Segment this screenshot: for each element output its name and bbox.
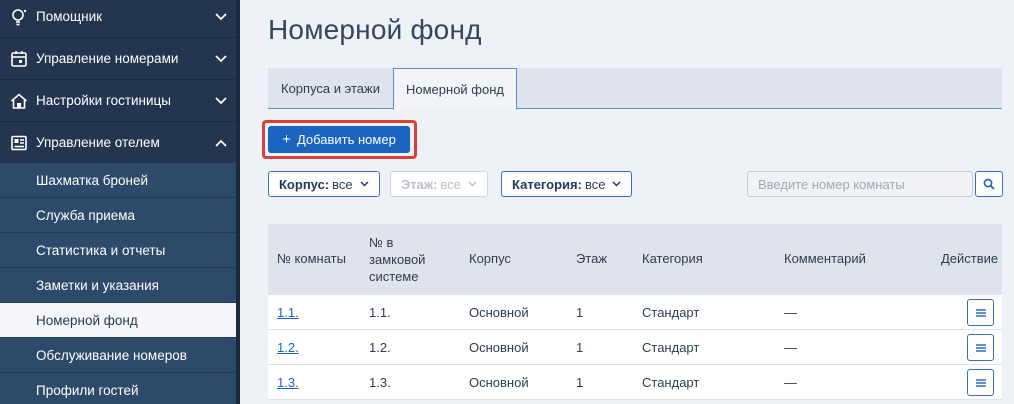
room-number-link[interactable]: 1.2. — [277, 330, 299, 365]
column-header-category: Категория — [642, 251, 703, 266]
sidebar-subitem-guest-profiles[interactable]: Профили гостей — [0, 373, 236, 404]
menu-icon — [975, 378, 987, 388]
category-filter[interactable]: Категория: все — [501, 171, 633, 197]
sidebar-subitem-label: Служба приема — [36, 207, 136, 223]
building-filter-value: все — [332, 176, 353, 192]
sidebar-item-rooms-management[interactable]: Управление номерами — [0, 38, 236, 80]
sidebar-item-assistant[interactable]: Помощник — [0, 0, 236, 38]
sidebar-divider — [236, 0, 240, 404]
category-cell: Стандарт — [642, 340, 700, 355]
calendar-icon — [0, 50, 36, 68]
building-cell: Основной — [469, 305, 529, 320]
sidebar-item-label: Управление номерами — [36, 51, 179, 66]
tab-bar: Корпуса и этажи Номерной фонд — [268, 68, 1002, 110]
house-icon — [0, 92, 36, 110]
row-menu-button[interactable] — [967, 369, 994, 396]
sidebar-item-label: Управление отелем — [36, 135, 160, 150]
column-header-action: Действие — [941, 251, 999, 266]
tab-buildings-floors[interactable]: Корпуса и этажи — [268, 68, 393, 109]
category-cell: Стандарт — [642, 375, 700, 390]
add-room-label: Добавить номер — [296, 132, 396, 147]
chevron-down-icon — [360, 181, 369, 187]
floor-cell: 1 — [576, 375, 584, 390]
room-number-link[interactable]: 1.3. — [277, 365, 299, 400]
sidebar-subitem-label: Статистика и отчеты — [36, 242, 166, 258]
comment-cell: — — [784, 305, 797, 320]
sidebar-subitem-room-stock[interactable]: Номерной фонд — [0, 303, 236, 338]
table-row: 1.2. 1.2. Основной 1 Стандарт — — [268, 330, 1002, 365]
category-filter-label: Категория: — [512, 176, 582, 192]
sidebar-subitem-housekeeping[interactable]: Обслуживание номеров — [0, 338, 236, 373]
room-search-input[interactable] — [747, 171, 973, 197]
sidebar-subitem-label: Заметки и указания — [36, 277, 159, 293]
sidebar-subitem-label: Профили гостей — [36, 382, 139, 398]
search-icon — [983, 178, 995, 190]
lock-number-cell: 1.1. — [369, 305, 391, 320]
chevron-up-icon — [206, 139, 236, 147]
floor-cell: 1 — [576, 305, 584, 320]
sidebar-subitem-statistics[interactable]: Статистика и отчеты — [0, 233, 236, 268]
floor-filter-value: все — [440, 176, 461, 192]
row-menu-button[interactable] — [967, 299, 994, 326]
menu-icon — [975, 343, 987, 353]
search-button[interactable] — [975, 171, 1003, 197]
chevron-down-icon — [206, 54, 236, 63]
room-number-link[interactable]: 1.1. — [277, 295, 299, 330]
sidebar-subitem-booking-grid[interactable]: Шахматка броней — [0, 163, 236, 198]
category-cell: Стандарт — [642, 305, 700, 320]
menu-icon — [975, 308, 987, 318]
chevron-down-icon — [468, 181, 477, 187]
comment-cell: — — [784, 375, 797, 390]
floor-cell: 1 — [576, 340, 584, 355]
chevron-down-icon — [206, 96, 236, 105]
page-title: Номерной фонд — [268, 14, 482, 45]
table-row: 1.1. 1.1. Основной 1 Стандарт — — [268, 295, 1002, 330]
column-header-floor: Этаж — [576, 251, 608, 266]
sidebar-subitem-front-desk[interactable]: Служба приема — [0, 198, 236, 233]
building-filter[interactable]: Корпус: все — [268, 171, 380, 197]
tab-room-stock[interactable]: Номерной фонд — [393, 68, 517, 110]
row-menu-button[interactable] — [967, 334, 994, 361]
column-header-comment: Комментарий — [784, 251, 866, 266]
dashboard-icon — [0, 134, 36, 152]
sidebar-item-label: Настройки гостиницы — [36, 93, 171, 108]
column-header-room: № комнаты — [277, 251, 346, 266]
category-filter-value: все — [584, 176, 606, 192]
building-filter-label: Корпус: — [279, 176, 330, 192]
sidebar-subitem-label: Шахматка броней — [36, 172, 149, 188]
chevron-down-icon — [612, 181, 621, 187]
lock-number-cell: 1.3. — [369, 375, 391, 390]
add-room-button[interactable]: + Добавить номер — [268, 126, 410, 153]
building-cell: Основной — [469, 375, 529, 390]
column-header-building: Корпус — [469, 251, 511, 266]
lightbulb-icon — [0, 8, 36, 26]
sidebar-subitem-label: Обслуживание номеров — [36, 347, 187, 363]
sidebar-subitem-notes[interactable]: Заметки и указания — [0, 268, 236, 303]
building-cell: Основной — [469, 340, 529, 355]
sidebar: Помощник Управление номерами Настройки г… — [0, 0, 236, 404]
comment-cell: — — [784, 340, 797, 355]
column-header-lock-line-3: системе — [369, 269, 419, 284]
sidebar-item-hotel-settings[interactable]: Настройки гостиницы — [0, 80, 236, 122]
sidebar-subitem-label: Номерной фонд — [36, 312, 138, 328]
chevron-down-icon — [206, 12, 236, 21]
sidebar-item-hotel-management[interactable]: Управление отелем — [0, 122, 236, 164]
plus-icon: + — [282, 131, 291, 148]
table-row: 1.3. 1.3. Основной 1 Стандарт — — [268, 365, 1002, 400]
floor-filter[interactable]: Этаж: все — [390, 171, 488, 197]
floor-filter-label: Этаж: — [401, 176, 438, 192]
lock-number-cell: 1.2. — [369, 340, 391, 355]
table-header: № комнаты № в замковой системе Корпус Эт… — [268, 224, 1002, 295]
sidebar-item-label: Помощник — [36, 9, 103, 24]
